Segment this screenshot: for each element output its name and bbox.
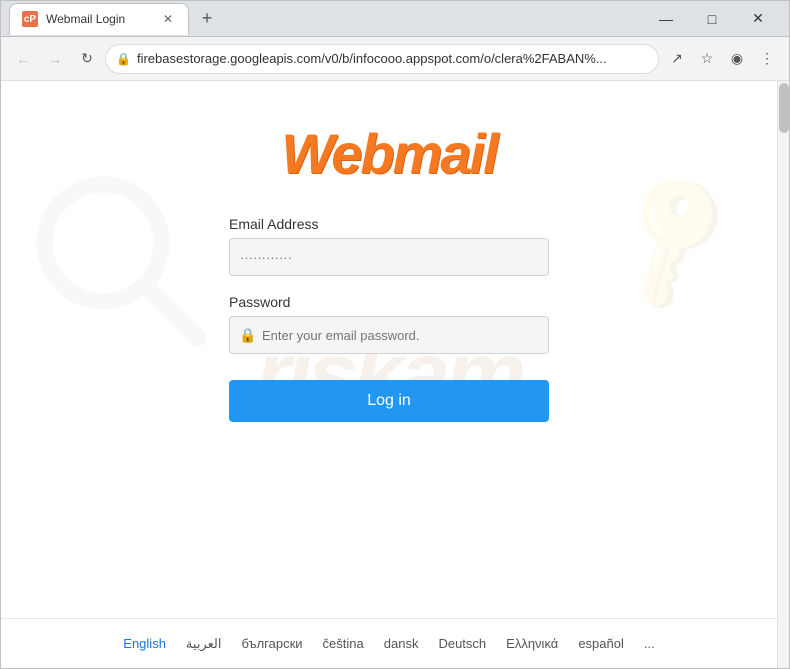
title-bar: cP Webmail Login ✕ + — □ ✕: [1, 1, 789, 37]
lang-spanish[interactable]: español: [578, 636, 624, 651]
webmail-logo: Webmail: [281, 121, 496, 186]
scrollbar-thumb[interactable]: [779, 83, 789, 133]
content-area: riskam 🔑 Webmail Email Address Password: [1, 81, 789, 668]
back-button[interactable]: ←: [9, 45, 37, 73]
password-input-wrapper: 🔒: [229, 316, 549, 354]
address-input-wrapper[interactable]: 🔒 firebasestorage.googleapis.com/v0/b/in…: [105, 44, 659, 74]
scrollbar-track[interactable]: [777, 81, 789, 668]
tab-close-button[interactable]: ✕: [160, 11, 176, 27]
lang-danish[interactable]: dansk: [384, 636, 419, 651]
lang-czech[interactable]: čeština: [323, 636, 364, 651]
reload-button[interactable]: ↻: [73, 45, 101, 73]
page-content: riskam 🔑 Webmail Email Address Password: [1, 81, 777, 668]
maximize-button[interactable]: □: [689, 1, 735, 37]
address-actions: ↗ ☆ ◉ ⋮: [663, 45, 781, 73]
login-container: Webmail Email Address Password 🔒 Log in: [119, 81, 659, 442]
browser-window: cP Webmail Login ✕ + — □ ✕ ← → ↻ 🔒 fireb…: [0, 0, 790, 669]
email-label: Email Address: [229, 216, 549, 232]
forward-button[interactable]: →: [41, 45, 69, 73]
share-button[interactable]: ↗: [663, 45, 691, 73]
lang-greek[interactable]: Ελληνικά: [506, 636, 558, 651]
profile-button[interactable]: ◉: [723, 45, 751, 73]
address-bar: ← → ↻ 🔒 firebasestorage.googleapis.com/v…: [1, 37, 789, 81]
new-tab-button[interactable]: +: [193, 5, 221, 33]
password-input[interactable]: [229, 316, 549, 354]
lock-icon: 🔒: [116, 52, 131, 66]
login-button[interactable]: Log in: [229, 380, 549, 422]
minimize-button[interactable]: —: [643, 1, 689, 37]
lang-more[interactable]: ...: [644, 636, 655, 651]
tab-bar: cP Webmail Login ✕ +: [9, 3, 643, 35]
active-tab: cP Webmail Login ✕: [9, 3, 189, 35]
lang-bulgarian[interactable]: български: [241, 636, 302, 651]
bookmark-button[interactable]: ☆: [693, 45, 721, 73]
tab-favicon: cP: [22, 11, 38, 27]
lang-english[interactable]: English: [123, 636, 166, 651]
tab-title: Webmail Login: [46, 12, 152, 26]
close-button[interactable]: ✕: [735, 1, 781, 37]
lang-arabic[interactable]: العربية: [186, 636, 222, 652]
email-input[interactable]: [229, 238, 549, 276]
window-controls: — □ ✕: [643, 1, 781, 37]
email-form-group: Email Address: [229, 216, 549, 276]
language-bar: English العربية български čeština dansk …: [1, 618, 777, 668]
password-form-group: Password 🔒: [229, 294, 549, 354]
url-display: firebasestorage.googleapis.com/v0/b/info…: [137, 51, 648, 66]
lang-german[interactable]: Deutsch: [438, 636, 486, 651]
menu-button[interactable]: ⋮: [753, 45, 781, 73]
password-label: Password: [229, 294, 549, 310]
